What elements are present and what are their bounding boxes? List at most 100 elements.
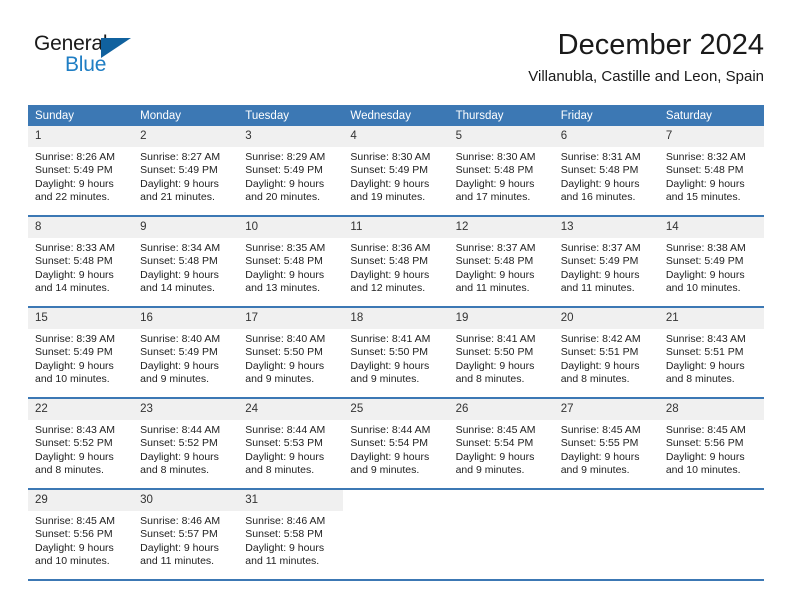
calendar-day-cell[interactable]: 24 Sunrise: 8:44 AM Sunset: 5:53 PM Dayligh…	[238, 398, 344, 490]
day-cell-inner: 29 Sunrise: 8:45 AM Sunset: 5:56 PM Dayligh…	[28, 490, 134, 577]
day-number[interactable]: 31	[238, 490, 344, 511]
day-number[interactable]: 8	[28, 217, 134, 238]
calendar-day-cell[interactable]: 20 Sunrise: 8:42 AM Sunset: 5:51 PM Dayligh…	[553, 307, 659, 399]
sunset-time: Sunset: 5:49 PM	[140, 346, 218, 359]
calendar-day-cell[interactable]: 12 Sunrise: 8:37 AM Sunset: 5:48 PM Dayligh…	[448, 216, 554, 308]
calendar-day-cell[interactable]: 4 Sunrise: 8:30 AM Sunset: 5:49 PM Daylight…	[343, 126, 449, 217]
day-number[interactable]: 29	[28, 490, 134, 511]
daylight-duration-line2: and 11 minutes.	[560, 282, 635, 295]
calendar-day-cell[interactable]: 10 Sunrise: 8:35 AM Sunset: 5:48 PM Dayligh…	[238, 216, 344, 308]
calendar-day-cell[interactable]: 7 Sunrise: 8:32 AM Sunset: 5:48 PM Daylight…	[658, 126, 764, 217]
day-number[interactable]: 15	[28, 308, 134, 329]
calendar-day-cell[interactable]: 16 Sunrise: 8:40 AM Sunset: 5:49 PM Dayligh…	[133, 307, 239, 399]
day-number	[553, 490, 659, 511]
day-number[interactable]: 28	[658, 399, 764, 420]
day-number[interactable]: 10	[238, 217, 344, 238]
calendar-day-cell[interactable]: 15 Sunrise: 8:39 AM Sunset: 5:49 PM Dayligh…	[28, 307, 134, 399]
day-cell-inner: 20 Sunrise: 8:42 AM Sunset: 5:51 PM Dayligh…	[553, 308, 659, 395]
day-cell-inner: 27 Sunrise: 8:45 AM Sunset: 5:55 PM Dayligh…	[553, 399, 659, 486]
day-number[interactable]: 25	[343, 399, 449, 420]
day-sun-info: Sunrise: 8:32 AM Sunset: 5:48 PM Daylight:…	[659, 147, 764, 205]
sunset-time: Sunset: 5:48 PM	[560, 164, 639, 177]
sunset-time: Sunset: 5:50 PM	[350, 346, 429, 359]
day-number[interactable]: 24	[238, 399, 344, 420]
calendar-day-cell[interactable]: 25 Sunrise: 8:44 AM Sunset: 5:54 PM Dayligh…	[343, 398, 449, 490]
day-number[interactable]: 13	[553, 217, 659, 238]
sunrise-time: Sunrise: 8:31 AM	[560, 151, 641, 163]
calendar-day-cell[interactable]: 6 Sunrise: 8:31 AM Sunset: 5:48 PM Daylight…	[553, 126, 659, 217]
general-blue-logo[interactable]: General Blue	[34, 32, 164, 84]
day-sun-info: Sunrise: 8:42 AM Sunset: 5:51 PM Daylight:…	[554, 329, 659, 387]
day-number[interactable]: 16	[133, 308, 239, 329]
calendar-day-cell[interactable]: 18 Sunrise: 8:41 AM Sunset: 5:50 PM Dayligh…	[343, 307, 449, 399]
day-number[interactable]: 27	[553, 399, 659, 420]
daylight-duration-line2: and 19 minutes.	[350, 191, 426, 204]
calendar-day-cell[interactable]: 26 Sunrise: 8:45 AM Sunset: 5:54 PM Dayligh…	[448, 398, 554, 490]
day-number[interactable]: 23	[133, 399, 239, 420]
calendar-day-cell[interactable]: 23 Sunrise: 8:44 AM Sunset: 5:52 PM Dayligh…	[133, 398, 239, 490]
sunrise-time: Sunrise: 8:43 AM	[665, 333, 746, 345]
daylight-duration-line2: and 12 minutes.	[350, 282, 426, 295]
logo-text-blue: Blue	[65, 53, 107, 76]
day-number[interactable]: 6	[553, 126, 659, 147]
calendar-day-cell[interactable]: 2 Sunrise: 8:27 AM Sunset: 5:49 PM Daylight…	[133, 126, 239, 217]
daylight-duration-line2: and 9 minutes.	[560, 464, 630, 477]
day-number[interactable]: 3	[238, 126, 344, 147]
sunset-time: Sunset: 5:48 PM	[140, 255, 218, 268]
calendar-day-cell[interactable]: 13 Sunrise: 8:37 AM Sunset: 5:49 PM Dayligh…	[553, 216, 659, 308]
day-number[interactable]: 2	[133, 126, 239, 147]
calendar-day-cell[interactable]: 27 Sunrise: 8:45 AM Sunset: 5:55 PM Dayligh…	[553, 398, 659, 490]
day-number[interactable]: 12	[448, 217, 554, 238]
calendar-day-cell[interactable]: 8 Sunrise: 8:33 AM Sunset: 5:48 PM Daylight…	[28, 216, 134, 308]
calendar-day-cell[interactable]: 28 Sunrise: 8:45 AM Sunset: 5:56 PM Dayligh…	[658, 398, 764, 490]
day-number[interactable]: 17	[238, 308, 344, 329]
daylight-duration-line1: Daylight: 9 hours	[665, 450, 745, 463]
daylight-duration-line1: Daylight: 9 hours	[35, 177, 114, 190]
daylight-duration-line2: and 22 minutes.	[35, 191, 110, 204]
day-number[interactable]: 4	[343, 126, 449, 147]
sunrise-time: Sunrise: 8:27 AM	[140, 151, 221, 163]
day-number[interactable]: 14	[658, 217, 764, 238]
sunrise-time: Sunrise: 8:44 AM	[245, 424, 326, 436]
day-number[interactable]: 21	[658, 308, 764, 329]
day-number[interactable]: 19	[448, 308, 554, 329]
calendar-day-cell[interactable]: 30 Sunrise: 8:46 AM Sunset: 5:57 PM Dayligh…	[133, 489, 239, 581]
day-number[interactable]: 7	[658, 126, 764, 147]
day-number[interactable]: 30	[133, 490, 239, 511]
day-number[interactable]: 20	[553, 308, 659, 329]
sunset-time: Sunset: 5:48 PM	[665, 164, 744, 177]
day-number[interactable]: 18	[343, 308, 449, 329]
calendar-day-cell[interactable]: 17 Sunrise: 8:40 AM Sunset: 5:50 PM Dayligh…	[238, 307, 344, 399]
day-cell-inner: 18 Sunrise: 8:41 AM Sunset: 5:50 PM Dayligh…	[343, 308, 449, 395]
sunset-time: Sunset: 5:50 PM	[245, 346, 323, 359]
day-cell-inner: 26 Sunrise: 8:45 AM Sunset: 5:54 PM Dayligh…	[448, 399, 554, 486]
daylight-duration-line2: and 8 minutes.	[665, 373, 735, 386]
day-number[interactable]: 11	[343, 217, 449, 238]
daylight-duration-line2: and 11 minutes.	[245, 555, 320, 568]
day-number[interactable]: 26	[448, 399, 554, 420]
day-number[interactable]: 9	[133, 217, 239, 238]
calendar-day-cell[interactable]: 5 Sunrise: 8:30 AM Sunset: 5:48 PM Daylight…	[448, 126, 554, 217]
calendar-day-cell[interactable]: 21 Sunrise: 8:43 AM Sunset: 5:51 PM Dayligh…	[658, 307, 764, 399]
calendar-day-cell[interactable]: 1 Sunrise: 8:26 AM Sunset: 5:49 PM Daylight…	[28, 126, 134, 217]
day-number[interactable]: 1	[28, 126, 134, 147]
calendar-day-cell[interactable]: 31 Sunrise: 8:46 AM Sunset: 5:58 PM Dayligh…	[238, 489, 344, 581]
sunrise-time: Sunrise: 8:45 AM	[35, 515, 115, 527]
calendar-day-cell[interactable]: 19 Sunrise: 8:41 AM Sunset: 5:50 PM Dayligh…	[448, 307, 554, 399]
sunrise-time: Sunrise: 8:37 AM	[560, 242, 641, 254]
day-number	[658, 490, 764, 511]
calendar-day-cell	[343, 489, 449, 581]
day-number[interactable]: 5	[448, 126, 554, 147]
calendar-day-cell[interactable]: 14 Sunrise: 8:38 AM Sunset: 5:49 PM Dayligh…	[658, 216, 764, 308]
calendar-week-row: 8 Sunrise: 8:33 AM Sunset: 5:48 PM Daylight…	[28, 216, 764, 308]
calendar-day-cell[interactable]: 3 Sunrise: 8:29 AM Sunset: 5:49 PM Daylight…	[238, 126, 344, 217]
day-cell-inner	[553, 490, 659, 577]
day-cell-inner: 19 Sunrise: 8:41 AM Sunset: 5:50 PM Dayligh…	[448, 308, 554, 395]
daylight-duration-line1: Daylight: 9 hours	[455, 359, 535, 372]
daylight-duration-line2: and 13 minutes.	[245, 282, 320, 295]
calendar-day-cell[interactable]: 11 Sunrise: 8:36 AM Sunset: 5:48 PM Dayligh…	[343, 216, 449, 308]
calendar-day-cell[interactable]: 22 Sunrise: 8:43 AM Sunset: 5:52 PM Dayligh…	[28, 398, 134, 490]
calendar-day-cell[interactable]: 9 Sunrise: 8:34 AM Sunset: 5:48 PM Daylight…	[133, 216, 239, 308]
day-number[interactable]: 22	[28, 399, 134, 420]
calendar-day-cell[interactable]: 29 Sunrise: 8:45 AM Sunset: 5:56 PM Dayligh…	[28, 489, 134, 581]
